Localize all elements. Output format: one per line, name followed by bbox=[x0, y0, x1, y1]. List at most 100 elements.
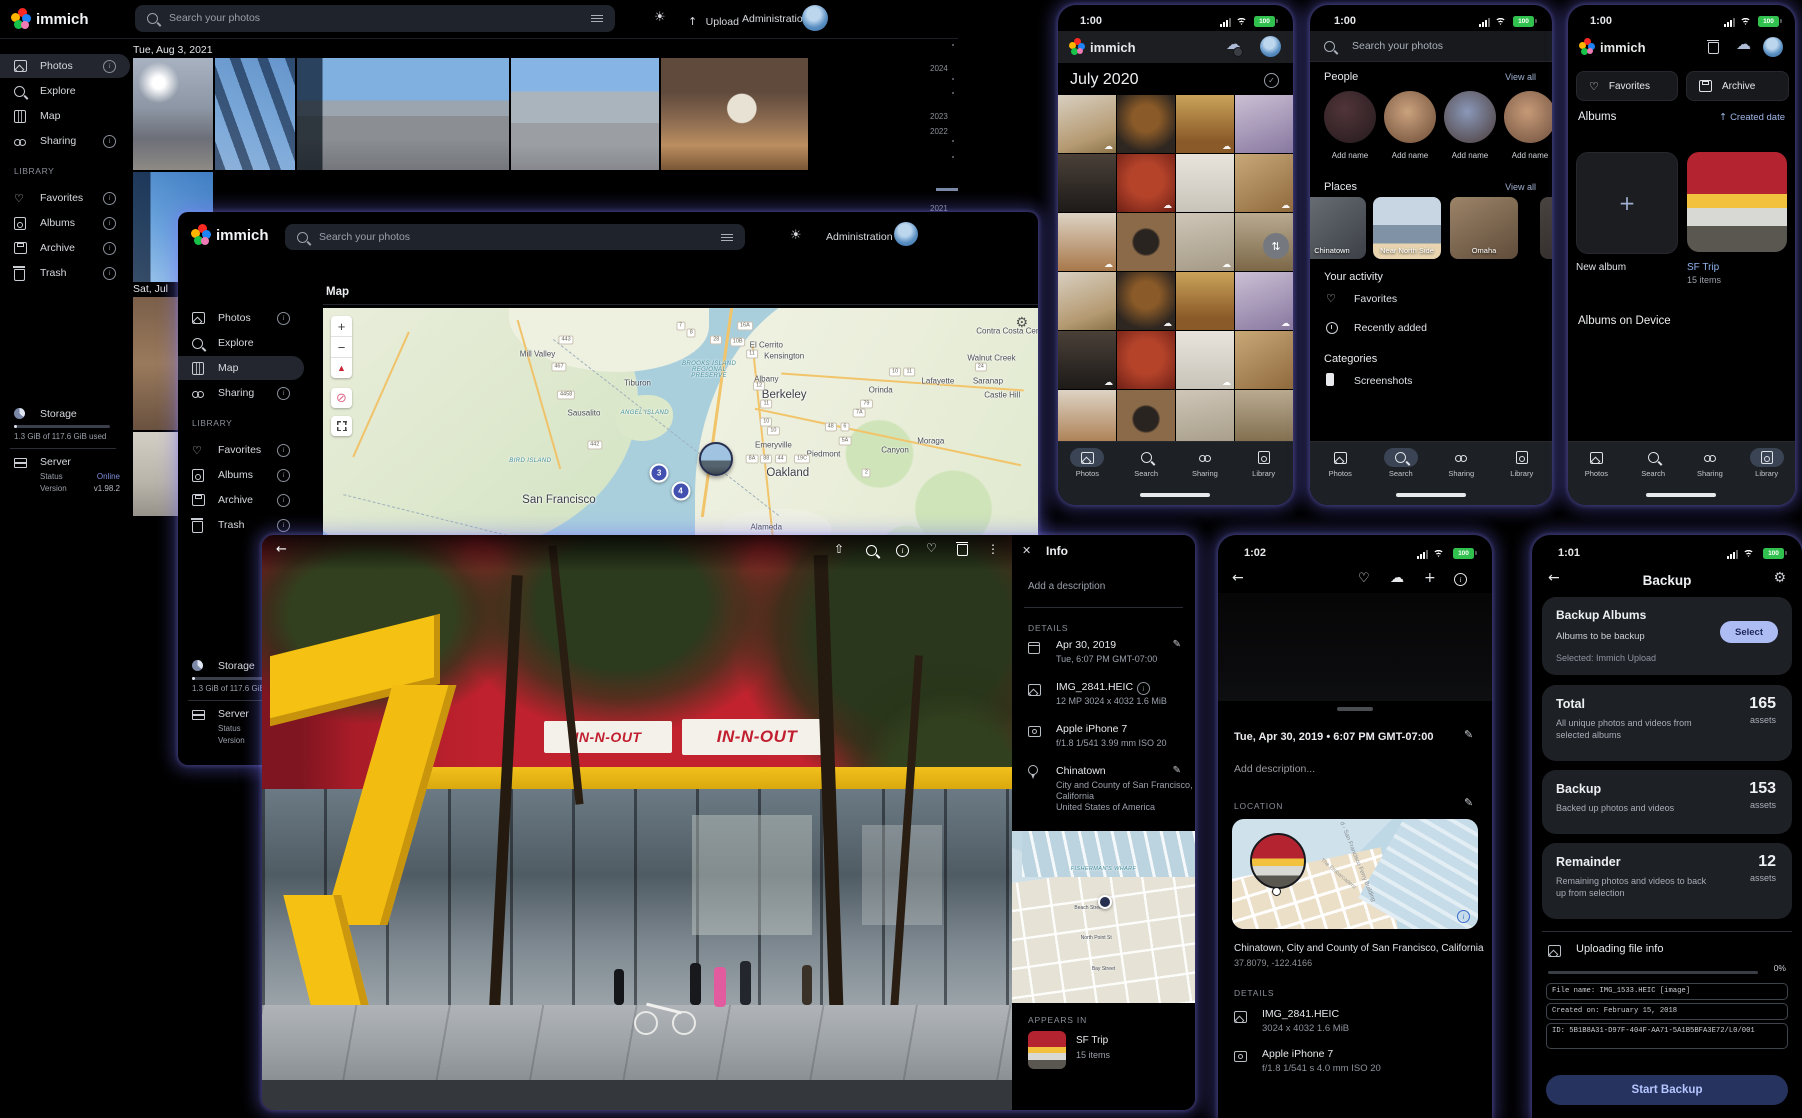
person-add-name[interactable]: Add name bbox=[1438, 151, 1502, 160]
photo-grid-cell[interactable]: ☁ bbox=[1176, 331, 1234, 389]
favorite-icon[interactable]: ♡ bbox=[1358, 572, 1370, 585]
back-icon[interactable]: ← bbox=[276, 543, 287, 556]
photo-thumbnail[interactable] bbox=[133, 432, 178, 516]
upload-button[interactable]: ↑ Upload bbox=[688, 12, 739, 30]
more-icon[interactable]: ⋮ bbox=[987, 543, 999, 555]
map-settings-gear-icon[interactable]: ⚙ bbox=[1015, 316, 1028, 330]
logo[interactable]: immich bbox=[190, 222, 300, 248]
photo-grid-cell[interactable]: ☁ bbox=[1235, 272, 1293, 330]
new-album-card[interactable]: + bbox=[1576, 152, 1678, 254]
album-name[interactable]: SF Trip bbox=[1687, 262, 1719, 273]
avatar[interactable] bbox=[802, 5, 828, 31]
photo-grid-cell[interactable] bbox=[1117, 213, 1175, 271]
sidebar-a-item-sharing[interactable]: Sharingi bbox=[0, 129, 130, 153]
sidebar-a-item-map[interactable]: Map bbox=[0, 104, 130, 128]
photo-thumbnail[interactable] bbox=[215, 58, 295, 170]
info-icon[interactable]: i bbox=[896, 544, 909, 557]
administration-link[interactable]: Administration bbox=[826, 231, 893, 243]
sidebar-b-item-explore[interactable]: Explore bbox=[178, 331, 304, 355]
person-face[interactable] bbox=[1384, 91, 1436, 143]
sidebar-a-item-archive[interactable]: Archivei bbox=[0, 236, 130, 260]
person-add-name[interactable]: Add name bbox=[1498, 151, 1552, 160]
avatar[interactable] bbox=[1260, 36, 1281, 57]
share-icon[interactable]: ⇧ bbox=[834, 543, 844, 555]
backup-cloud-icon[interactable]: ☁ bbox=[1736, 37, 1751, 52]
photo-grid-cell[interactable] bbox=[1117, 331, 1175, 389]
compass-button[interactable]: ▲ bbox=[331, 357, 352, 378]
photo-grid-cell[interactable] bbox=[1117, 95, 1175, 153]
info-icon[interactable]: i bbox=[1454, 573, 1467, 586]
photo-grid-cell[interactable]: ☁ bbox=[1117, 272, 1175, 330]
photo-grid-cell[interactable] bbox=[1235, 331, 1293, 389]
search-input-row[interactable]: Search your photos bbox=[1310, 31, 1552, 62]
theme-toggle-icon[interactable]: ☀ bbox=[790, 229, 802, 242]
search-bar[interactable]: Search your photos bbox=[135, 5, 615, 32]
trash-icon[interactable] bbox=[957, 541, 968, 556]
logo[interactable]: immich bbox=[10, 6, 120, 32]
photo-grid-cell[interactable]: ☁ bbox=[1117, 154, 1175, 212]
sidebar-a-item-explore[interactable]: Explore bbox=[0, 79, 130, 103]
place-thumb[interactable]: Chinatown bbox=[1310, 197, 1366, 259]
favorite-icon[interactable]: ♡ bbox=[926, 542, 937, 554]
upload-cloud-icon[interactable]: ☁ bbox=[1390, 571, 1404, 585]
photo-grid-cell[interactable] bbox=[1058, 272, 1116, 330]
favorites-button[interactable]: ♡Favorites bbox=[1576, 71, 1678, 101]
album-row[interactable]: SF Trip 15 items bbox=[1028, 1031, 1183, 1071]
avatar[interactable] bbox=[1763, 37, 1783, 57]
map-theme-control[interactable]: ⊘ bbox=[331, 388, 352, 408]
nav-item-photos[interactable]: Photos bbox=[1062, 448, 1112, 478]
place-thumb[interactable] bbox=[1540, 197, 1552, 259]
photo-thumbnail[interactable] bbox=[297, 58, 509, 170]
edit-pencil-icon[interactable]: ✎ bbox=[1173, 640, 1181, 650]
nav-item-search[interactable]: Search bbox=[1121, 448, 1171, 478]
photo-grid-cell[interactable] bbox=[1176, 272, 1234, 330]
map-zoom-controls[interactable]: + − ▲ bbox=[331, 316, 352, 378]
sidebar-b-item-albums[interactable]: Albumsi bbox=[178, 463, 304, 487]
scrollbar-thumb[interactable]: ⇅ bbox=[1263, 233, 1289, 259]
nav-item-sharing[interactable]: Sharing bbox=[1685, 448, 1735, 478]
photo-thumbnail[interactable] bbox=[661, 58, 808, 170]
nav-item-library[interactable]: Library bbox=[1742, 448, 1792, 478]
administration-link[interactable]: Administration bbox=[742, 13, 809, 25]
home-indicator[interactable] bbox=[1140, 493, 1210, 497]
photo-thumbnail[interactable] bbox=[511, 58, 659, 170]
place-thumb[interactable]: Near North Side bbox=[1373, 197, 1441, 259]
place-thumb[interactable]: Omaha bbox=[1450, 197, 1518, 259]
location-map[interactable]: d - San Francisco Ferry Building The Emb… bbox=[1232, 819, 1478, 929]
photo-grid-cell[interactable] bbox=[1235, 390, 1293, 441]
photo-grid-cell[interactable]: ☁ bbox=[1058, 331, 1116, 389]
nav-item-photos[interactable]: Photos bbox=[1571, 448, 1621, 478]
nav-item-library[interactable]: Library bbox=[1239, 448, 1289, 478]
photo-grid-cell[interactable] bbox=[1235, 95, 1293, 153]
sidebar-b-item-trash[interactable]: Trashi bbox=[178, 513, 304, 537]
person-face[interactable] bbox=[1444, 91, 1496, 143]
person-face[interactable] bbox=[1504, 91, 1552, 143]
nav-item-library[interactable]: Library bbox=[1497, 448, 1547, 478]
theme-toggle-icon[interactable]: ☀ bbox=[654, 11, 666, 24]
select-button[interactable]: Select bbox=[1720, 621, 1778, 643]
map-info-icon[interactable]: i bbox=[1457, 910, 1470, 923]
edit-pencil-icon[interactable]: ✎ bbox=[1173, 766, 1181, 776]
nav-item-photos[interactable]: Photos bbox=[1315, 448, 1365, 478]
photo-grid-cell[interactable] bbox=[1117, 390, 1175, 441]
sheet-handle[interactable] bbox=[1337, 707, 1373, 711]
sidebar-a-item-albums[interactable]: Albumsi bbox=[0, 211, 130, 235]
zoom-out-button[interactable]: − bbox=[331, 336, 352, 357]
settings-gear-icon[interactable]: ⚙ bbox=[1773, 571, 1786, 585]
activity-item-recently-added[interactable]: Recently added bbox=[1310, 316, 1552, 342]
edit-date-icon[interactable]: ✎ bbox=[1464, 729, 1473, 740]
photo-grid-cell[interactable]: ☁ bbox=[1235, 154, 1293, 212]
person-add-name[interactable]: Add name bbox=[1318, 151, 1382, 160]
photo-grid-cell[interactable]: ☁ bbox=[1058, 95, 1116, 153]
person-add-name[interactable]: Add name bbox=[1378, 151, 1442, 160]
edit-location-icon[interactable]: ✎ bbox=[1464, 797, 1473, 808]
photo-grid-cell[interactable] bbox=[1176, 390, 1234, 441]
places-view-all[interactable]: View all bbox=[1505, 182, 1536, 192]
activity-item-favorites[interactable]: ♡Favorites bbox=[1310, 287, 1552, 313]
start-backup-button[interactable]: Start Backup bbox=[1546, 1075, 1788, 1105]
photo-thumbnail[interactable] bbox=[133, 58, 213, 170]
nav-item-search[interactable]: Search bbox=[1628, 448, 1678, 478]
home-indicator[interactable] bbox=[1646, 493, 1716, 497]
file-info-icon[interactable]: i bbox=[1137, 682, 1150, 695]
info-map[interactable]: FISHERMAN'S WHARF Beach Street North Poi… bbox=[1012, 831, 1195, 1003]
